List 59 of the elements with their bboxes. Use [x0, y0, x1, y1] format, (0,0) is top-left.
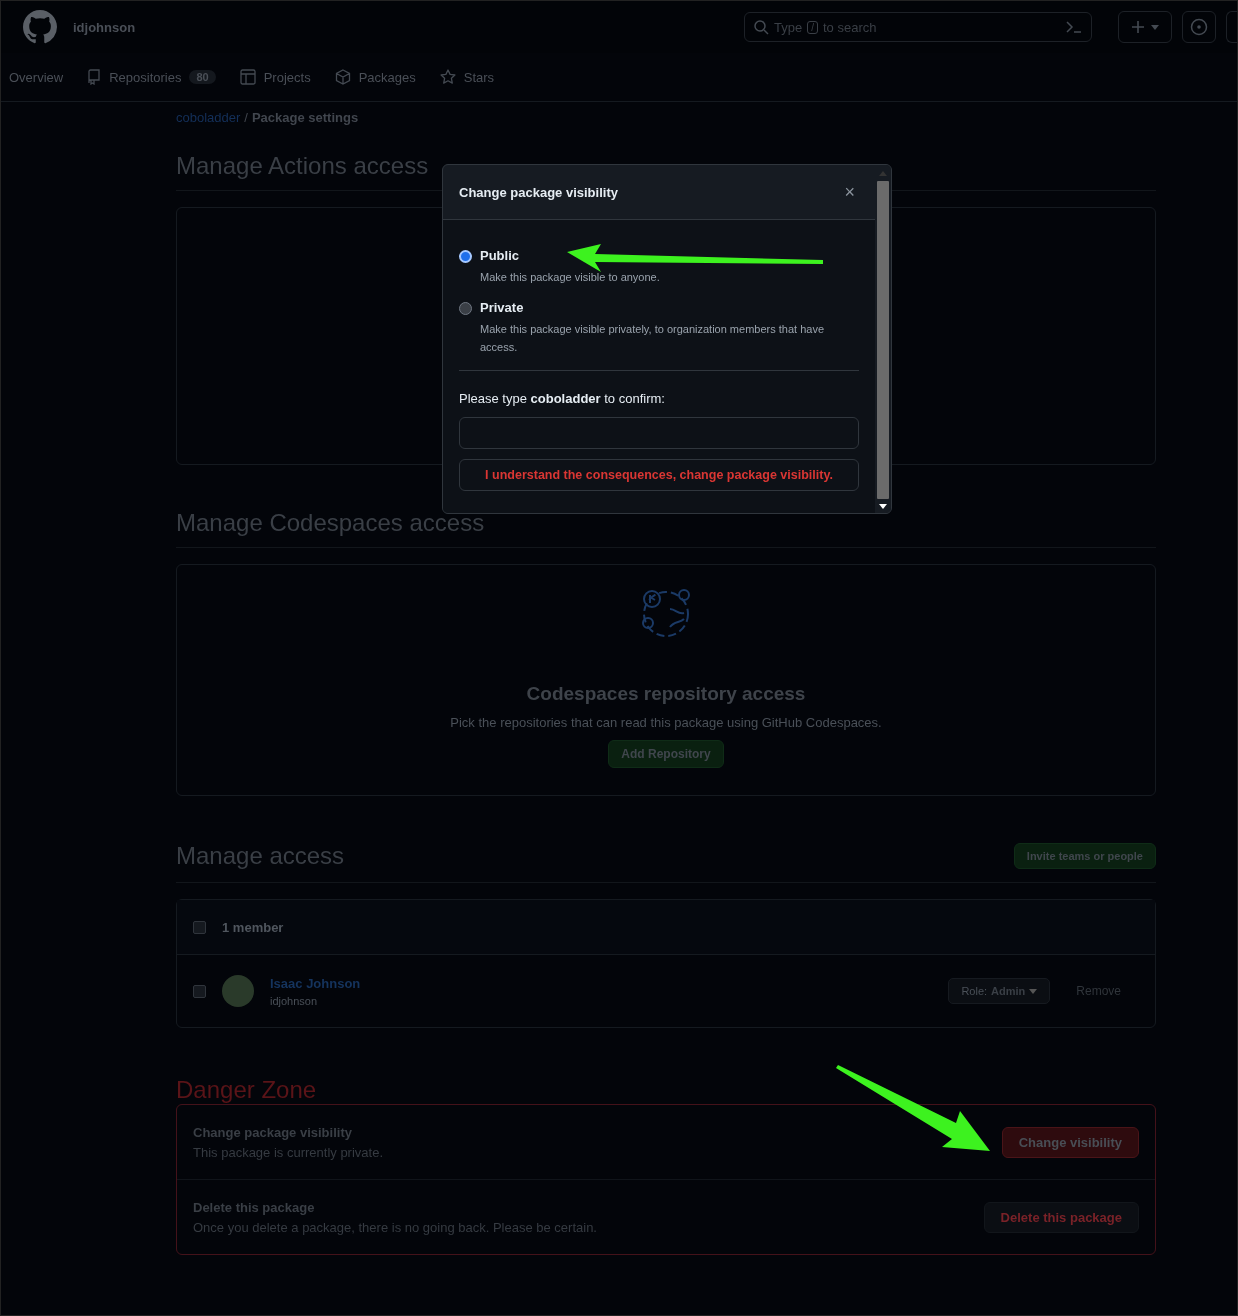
member-name-link[interactable]: Isaac Johnson	[270, 975, 361, 991]
item-title: Delete this package	[193, 1199, 316, 1215]
search-placeholder: Type	[774, 19, 803, 35]
confirm-instruction: Please type coboladder to confirm:	[459, 391, 666, 406]
member-handle: idjohnson	[270, 994, 319, 1007]
username-link[interactable]: idjohnson	[73, 19, 136, 35]
scroll-up-arrow-icon[interactable]	[879, 171, 887, 176]
search-icon	[753, 19, 769, 35]
option-description: Make this package visible privately, to organization members that have access.	[480, 322, 826, 355]
globe-network-icon	[640, 587, 692, 639]
radio-button[interactable]	[459, 302, 472, 315]
nav-tab[interactable]: Packages	[334, 69, 416, 85]
command-palette-icon[interactable]	[1065, 19, 1083, 35]
count-badge: 80	[189, 70, 216, 84]
add-repository-button[interactable]: Add Repository	[608, 740, 724, 768]
nav-tab[interactable]: Overview	[9, 69, 64, 85]
card-description: Pick the repositories that can read this package using GitHub Codespaces.	[450, 715, 882, 730]
invite-button[interactable]: Invite teams or people	[1013, 843, 1156, 869]
nav-tab[interactable]: Stars	[439, 69, 495, 85]
pull-requests-button[interactable]	[1226, 11, 1237, 43]
radio-button[interactable]	[459, 250, 472, 263]
scrollbar[interactable]	[875, 165, 891, 513]
cube-icon	[334, 69, 351, 85]
slash-key: /	[807, 20, 818, 34]
member-count: 1 member	[222, 919, 284, 935]
nav-tab[interactable]: Projects	[239, 69, 311, 85]
table-icon	[239, 69, 256, 85]
nav-tab[interactable]: Repositories 80	[87, 69, 216, 85]
confirm-button[interactable]: I understand the consequences, change package visibility.	[459, 459, 859, 491]
checkbox[interactable]	[193, 920, 206, 934]
create-new-button[interactable]	[1118, 11, 1172, 43]
repo-icon	[87, 69, 102, 85]
scrollbar-thumb[interactable]	[877, 181, 889, 499]
item-title: Change package visibility	[193, 1124, 353, 1140]
danger-button[interactable]: Change visibility	[1001, 1126, 1139, 1158]
option-label[interactable]: Public	[480, 248, 519, 263]
breadcrumb-link[interactable]: coboladder	[176, 110, 241, 125]
option-description: Make this package visible to anyone.	[480, 270, 660, 285]
danger-button[interactable]: Delete this package	[983, 1201, 1139, 1233]
confirm-input-field[interactable]	[459, 417, 859, 449]
breadcrumb-current: Package settings	[251, 110, 359, 125]
card-title: Codespaces repository access	[526, 683, 806, 705]
octocat-logo-icon[interactable]	[23, 10, 57, 44]
issues-button[interactable]	[1182, 11, 1216, 43]
item-description: This package is currently private.	[193, 1144, 384, 1160]
section-heading: Danger Zone	[176, 1076, 318, 1104]
scroll-down-arrow-icon[interactable]	[879, 504, 887, 509]
caret-icon	[1151, 24, 1159, 30]
checkbox[interactable]	[193, 984, 206, 998]
circle-dot-icon	[1190, 18, 1208, 36]
caret-icon	[1029, 988, 1038, 994]
avatar-placeholder	[222, 975, 254, 1007]
star-icon	[439, 69, 456, 85]
plus-icon	[1131, 20, 1145, 34]
search-placeholder: to search	[822, 19, 877, 35]
section-heading: Manage access	[176, 842, 345, 870]
search-field[interactable]: Type / to search	[744, 12, 1092, 42]
option-label[interactable]: Private	[480, 300, 524, 315]
breadcrumb-separator: /	[244, 110, 248, 125]
